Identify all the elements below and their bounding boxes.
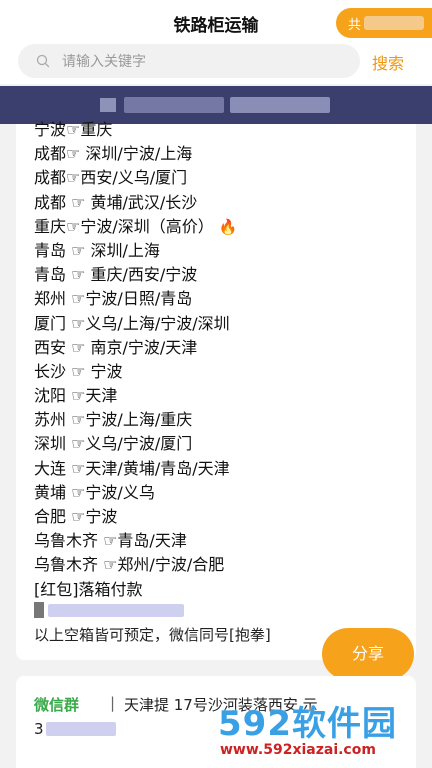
blur-block [48, 604, 184, 617]
banner-blur-2 [124, 97, 224, 113]
separator: | [110, 694, 116, 712]
route-line: [红包]落箱付款 [34, 579, 143, 599]
route-line-hot: 重庆☞宁波/深圳（高价） 🔥 [34, 215, 414, 239]
route-line: 大连 ☞天津/黄埔/青岛/天津 [34, 458, 230, 478]
route-line-text: 重庆☞宁波/深圳（高价） [34, 216, 214, 236]
route-line: 合肥 ☞宁波 [34, 507, 118, 526]
watermark-brand: 592软件园 [218, 704, 397, 744]
share-button[interactable]: 分享 [322, 628, 414, 680]
watermark-url: www.592xiazai.com [220, 742, 376, 758]
search-input[interactable] [60, 44, 354, 80]
route-line: 黄埔 ☞宁波/义乌 [34, 482, 155, 502]
route-line: 乌鲁木齐 ☞青岛/天津 [34, 531, 187, 551]
route-line: 长沙 ☞ 宁波 [34, 361, 123, 381]
route-line: 青岛 ☞ 重庆/西安/宁波 [34, 265, 198, 285]
route-list: 宁波☞重庆 成都☞ 深圳/宁波/上海 成都☞西安/义乌/厦门 成都 ☞ 黄埔/武… [34, 118, 414, 602]
search-box[interactable] [18, 44, 360, 80]
route-card: 宁波☞重庆 成都☞ 深圳/宁波/上海 成都☞西安/义乌/厦门 成都 ☞ 黄埔/武… [16, 120, 416, 660]
blurred-number [46, 722, 116, 736]
route-line: 厦门 ☞义乌/上海/宁波/深圳 [34, 313, 230, 333]
share-pill-text: 共 [348, 18, 362, 33]
route-line: 宁波☞重庆 [34, 120, 113, 139]
wechat-group-label: 微信群 [34, 696, 80, 714]
route-line: 青岛 ☞ 深圳/上海 [34, 240, 160, 260]
search-icon [36, 54, 50, 68]
share-pill-blurred [364, 16, 424, 30]
share-count-pill[interactable]: 共 [336, 8, 432, 38]
screen: 铁路柜运输 共 搜索 宁波☞重庆 成都☞ 深圳/宁波/上海 成都☞西安/义乌/厦… [0, 0, 432, 768]
route-line: 成都 ☞ 黄埔/武汉/长沙 [34, 192, 198, 212]
banner-blur-1 [100, 98, 116, 112]
wechat-group-number: 3 [34, 720, 44, 738]
search-row: 搜索 [0, 44, 432, 84]
route-line: 西安 ☞ 南京/宁波/天津 [34, 337, 198, 357]
route-line: 沈阳 ☞天津 [34, 386, 118, 406]
route-line: 深圳 ☞义乌/宁波/厦门 [34, 434, 193, 454]
route-line: 成都☞ 深圳/宁波/上海 [34, 144, 193, 164]
fire-icon: 🔥 [218, 217, 238, 236]
route-line: 苏州 ☞宁波/上海/重庆 [34, 410, 193, 430]
blurred-contact-line [34, 602, 184, 618]
route-line: 乌鲁木齐 ☞郑州/宁波/合肥 [34, 555, 225, 575]
header: 铁路柜运输 共 [0, 0, 432, 44]
site-watermark: 592软件园 www.592xiazai.com [212, 696, 432, 768]
blur-block [34, 602, 44, 618]
banner-blur-3 [230, 97, 330, 113]
route-line: 郑州 ☞宁波/日照/青岛 [34, 289, 193, 309]
search-button[interactable]: 搜索 [372, 50, 404, 74]
booking-note: 以上空箱皆可预定，微信同号[抱拳] [34, 626, 271, 644]
route-line: 成都☞西安/义乌/厦门 [34, 168, 188, 188]
